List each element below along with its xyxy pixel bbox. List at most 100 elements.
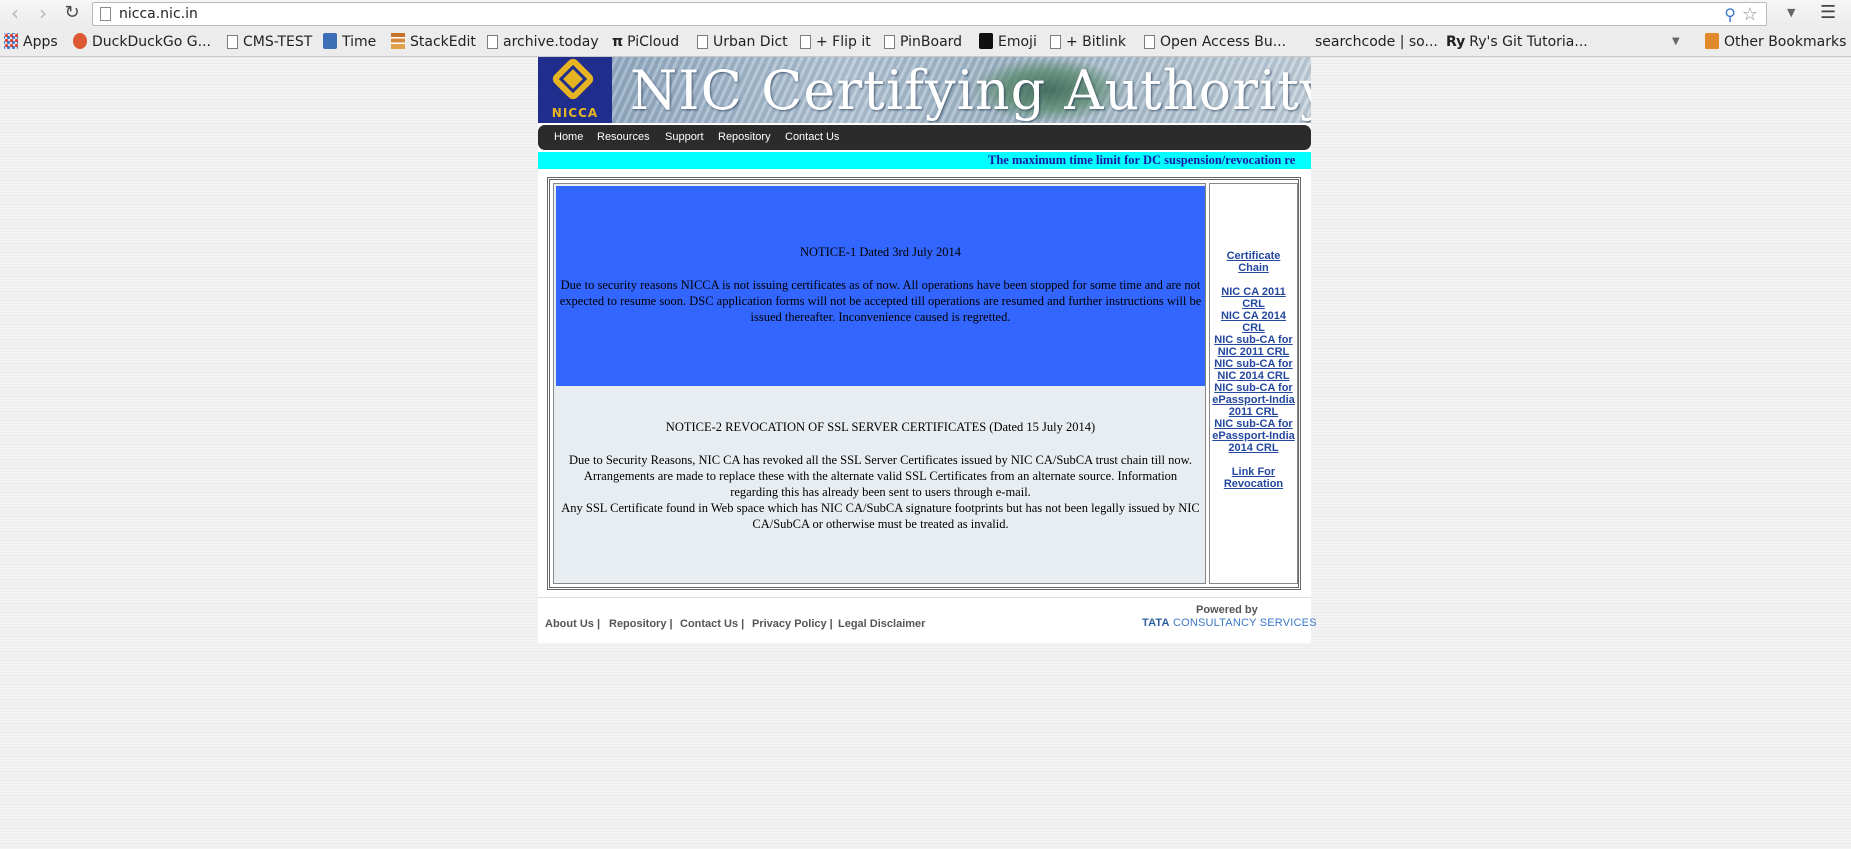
address-bar[interactable]: nicca.nic.in ⚲ ☆ xyxy=(92,2,1767,26)
footer-repository[interactable]: Repository | xyxy=(609,618,673,630)
bookmark-label: + Bitlink xyxy=(1066,34,1126,50)
bookmark-label: Open Access Bu... xyxy=(1160,34,1287,50)
emoji-icon xyxy=(979,33,993,49)
link-nic-ca-2011-crl[interactable]: NIC CA 2011 CRL xyxy=(1212,286,1295,310)
ry-icon: Ry xyxy=(1446,34,1466,50)
page-icon xyxy=(1050,35,1061,49)
pi-icon: π xyxy=(612,34,624,50)
crl-links-cell: Certificate Chain NIC CA 2011 CRL NIC CA… xyxy=(1209,183,1298,584)
bookmark-git-tutorial[interactable]: Ry Ry's Git Tutoria... xyxy=(1446,33,1588,51)
link-certificate-chain[interactable]: Certificate Chain xyxy=(1212,250,1295,274)
page-icon xyxy=(227,35,238,49)
link-nic-ca-2014-crl[interactable]: NIC CA 2014 CRL xyxy=(1212,310,1295,334)
bookmarks-bar: Apps DuckDuckGo G... CMS-TEST Time Stack… xyxy=(0,29,1851,55)
chevron-down-icon[interactable]: ▼ xyxy=(1787,6,1795,19)
notice-2-title: NOTICE-2 REVOCATION OF SSL SERVER CERTIF… xyxy=(665,420,1096,434)
link-for-revocation[interactable]: Link For Revocation xyxy=(1212,466,1295,490)
site-container: NICCA NIC Certifying Authority Home Reso… xyxy=(538,57,1317,643)
notice-1-body: Due to security reasons NICCA is not iss… xyxy=(559,278,1202,324)
bookmark-stackedit[interactable]: StackEdit xyxy=(391,33,476,51)
nav-repository[interactable]: Repository xyxy=(718,131,771,143)
page-icon xyxy=(1144,35,1155,49)
notice-table: NOTICE-1 Dated 3rd July 2014 Due to secu… xyxy=(547,177,1301,590)
notice-2-body: Due to Security Reasons, NIC CA has revo… xyxy=(560,452,1201,532)
forward-icon[interactable]: › xyxy=(32,3,54,25)
bookmark-label: CMS-TEST xyxy=(243,34,313,50)
other-bookmarks-folder[interactable]: Other Bookmarks xyxy=(1705,33,1846,51)
bookmark-bitlink[interactable]: + Bitlink xyxy=(1050,33,1126,51)
notice-1: NOTICE-1 Dated 3rd July 2014 Due to secu… xyxy=(556,186,1205,386)
browser-toolbar: ‹ › ↻ nicca.nic.in ⚲ ☆ ▼ ☰ xyxy=(0,0,1851,28)
bookmark-label: StackEdit xyxy=(410,34,476,50)
page-icon xyxy=(884,35,895,49)
notice-2-paragraph: Due to Security Reasons, NIC CA has revo… xyxy=(569,453,1192,499)
bookmark-picloud[interactable]: π PiCloud xyxy=(612,33,679,51)
nav-home[interactable]: Home xyxy=(554,131,583,143)
bookmark-pinboard[interactable]: PinBoard xyxy=(884,33,962,51)
bookmark-label: PiCloud xyxy=(627,34,680,50)
site-banner: NICCA NIC Certifying Authority xyxy=(538,57,1311,123)
menu-icon[interactable]: ☰ xyxy=(1820,2,1836,23)
apps-grid-icon xyxy=(4,33,18,49)
bookmark-archive-today[interactable]: archive.today xyxy=(487,33,599,51)
link-subca-epassport-2011-crl[interactable]: NIC sub-CA for ePassport-India 2011 CRL xyxy=(1212,382,1295,418)
footer-privacy-policy[interactable]: Privacy Policy | xyxy=(752,618,833,630)
link-subca-epassport-2014-crl[interactable]: NIC sub-CA for ePassport-India 2014 CRL xyxy=(1212,418,1295,454)
tcs-logo[interactable]: TATA CONSULTANCY SERVICES xyxy=(1142,617,1317,629)
url-text[interactable]: nicca.nic.in xyxy=(119,6,198,22)
duckduckgo-icon xyxy=(73,33,87,49)
powered-by-label: Powered by xyxy=(1196,604,1258,616)
bookmarks-overflow-icon[interactable]: ▼ xyxy=(1672,33,1680,51)
nav-support[interactable]: Support xyxy=(665,131,704,143)
site-title: NIC Certifying Authority xyxy=(630,59,1311,122)
tcs-brand: TATA xyxy=(1142,617,1170,629)
back-icon[interactable]: ‹ xyxy=(4,3,26,25)
bookmark-label: Time xyxy=(342,34,377,50)
notice-2-paragraph: Any SSL Certificate found in Web space w… xyxy=(561,501,1200,531)
bookmark-label: Other Bookmarks xyxy=(1724,34,1847,50)
news-ticker: The maximum time limit for DC suspension… xyxy=(538,152,1311,169)
folder-icon xyxy=(1705,33,1719,49)
page-icon xyxy=(100,7,111,21)
time-icon xyxy=(323,33,337,49)
bookmark-label: archive.today xyxy=(503,34,599,50)
page-icon xyxy=(800,35,811,49)
bookmark-label: Ry's Git Tutoria... xyxy=(1469,34,1588,50)
footer-contact-us[interactable]: Contact Us | xyxy=(680,618,744,630)
bookmark-label: Emoji xyxy=(998,34,1037,50)
page-icon xyxy=(697,35,708,49)
bookmark-label: PinBoard xyxy=(900,34,963,50)
stackedit-icon xyxy=(391,33,405,49)
bookmark-duckduckgo[interactable]: DuckDuckGo G... xyxy=(73,33,211,51)
footer-about-us[interactable]: About Us | xyxy=(545,618,600,630)
link-subca-nic-2011-crl[interactable]: NIC sub-CA for NIC 2011 CRL xyxy=(1212,334,1295,358)
bookmark-label: Apps xyxy=(23,34,58,50)
site-footer: About Us | Repository | Contact Us | Pri… xyxy=(538,597,1317,643)
page-icon xyxy=(487,35,498,49)
reload-icon[interactable]: ↻ xyxy=(61,3,83,25)
extension-icon[interactable]: ⚲ xyxy=(1724,5,1736,24)
footer-legal-disclaimer[interactable]: Legal Disclaimer xyxy=(838,618,925,630)
main-nav: Home Resources Support Repository Contac… xyxy=(538,125,1311,150)
bookmark-label: DuckDuckGo G... xyxy=(92,34,211,50)
bookmark-searchcode[interactable]: searchcode | so... xyxy=(1315,33,1438,51)
bookmark-label: + Flip it xyxy=(816,34,871,50)
bookmark-emoji[interactable]: Emoji xyxy=(979,33,1037,51)
logo-text: NICCA xyxy=(551,106,599,120)
bookmark-open-access[interactable]: Open Access Bu... xyxy=(1144,33,1286,51)
bookmark-label: searchcode | so... xyxy=(1315,34,1438,50)
bookmark-time[interactable]: Time xyxy=(323,33,376,51)
link-subca-nic-2014-crl[interactable]: NIC sub-CA for NIC 2014 CRL xyxy=(1212,358,1295,382)
nav-contact-us[interactable]: Contact Us xyxy=(785,131,839,143)
browser-chrome: ‹ › ↻ nicca.nic.in ⚲ ☆ ▼ ☰ Apps DuckDuck… xyxy=(0,0,1851,57)
nicca-logo[interactable]: NICCA xyxy=(538,57,612,123)
bookmark-star-icon[interactable]: ☆ xyxy=(1742,4,1758,25)
nav-resources[interactable]: Resources xyxy=(597,131,650,143)
bookmark-urban-dict[interactable]: Urban Dict xyxy=(697,33,788,51)
bookmark-cms-test[interactable]: CMS-TEST xyxy=(227,33,312,51)
bookmark-apps[interactable]: Apps xyxy=(4,33,58,51)
tcs-name: CONSULTANCY SERVICES xyxy=(1172,617,1317,629)
ticker-text[interactable]: The maximum time limit for DC suspension… xyxy=(988,153,1295,168)
notices-cell: NOTICE-1 Dated 3rd July 2014 Due to secu… xyxy=(553,183,1206,584)
bookmark-flip-it[interactable]: + Flip it xyxy=(800,33,871,51)
